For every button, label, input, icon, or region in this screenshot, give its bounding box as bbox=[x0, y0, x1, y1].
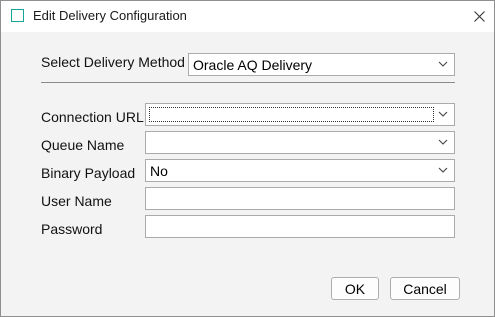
connection-url-label: Connection URL bbox=[41, 109, 144, 125]
chevron-down-icon bbox=[438, 139, 448, 145]
window-title: Edit Delivery Configuration bbox=[33, 8, 187, 23]
close-button[interactable] bbox=[464, 1, 494, 32]
password-field[interactable] bbox=[145, 215, 455, 238]
dialog-window: Edit Delivery Configuration Select Deliv… bbox=[0, 0, 495, 317]
queue-name-combobox[interactable] bbox=[145, 131, 455, 154]
chevron-down-icon bbox=[438, 111, 448, 117]
app-window-icon bbox=[11, 9, 24, 22]
section-divider bbox=[41, 82, 455, 83]
focus-indicator bbox=[149, 107, 434, 122]
close-icon bbox=[474, 11, 485, 22]
delivery-method-label: Select Delivery Method bbox=[41, 54, 185, 70]
delivery-method-value: Oracle AQ Delivery bbox=[193, 57, 313, 73]
connection-url-combobox[interactable] bbox=[145, 103, 455, 126]
chevron-down-icon bbox=[438, 167, 448, 173]
binary-payload-value: No bbox=[150, 163, 168, 179]
queue-name-label: Queue Name bbox=[41, 137, 125, 153]
user-name-label: User Name bbox=[41, 193, 112, 209]
binary-payload-label: Binary Payload bbox=[41, 165, 136, 181]
chevron-down-icon bbox=[438, 61, 448, 67]
cancel-button[interactable]: Cancel bbox=[390, 277, 460, 300]
password-label: Password bbox=[41, 221, 103, 237]
title-bar: Edit Delivery Configuration bbox=[1, 1, 494, 32]
delivery-method-select[interactable]: Oracle AQ Delivery bbox=[188, 53, 455, 76]
binary-payload-select[interactable]: No bbox=[145, 159, 455, 182]
ok-button[interactable]: OK bbox=[331, 277, 379, 300]
user-name-field[interactable] bbox=[145, 187, 455, 210]
